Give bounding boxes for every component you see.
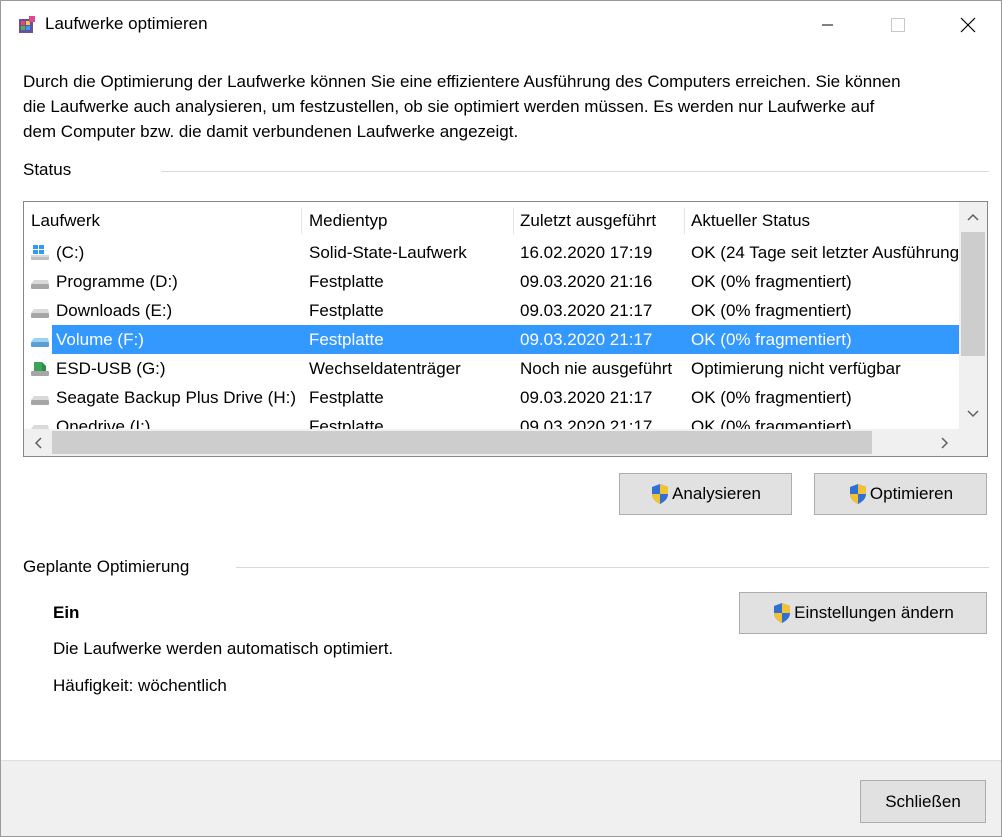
status-section-label: Status (23, 160, 72, 179)
drive-name: Volume (F:) (56, 330, 144, 349)
drive-name: ESD-USB (G:) (56, 359, 166, 378)
maximize-button[interactable] (863, 1, 933, 49)
last-run: Noch nie ausgeführt (520, 359, 673, 378)
windows-drive-icon (31, 245, 49, 260)
analyze-button-label: Analysieren (672, 484, 761, 503)
usb-drive-icon (31, 362, 49, 376)
current-status: OK (0% fragmentiert) (691, 388, 852, 407)
uac-shield-icon (652, 484, 669, 504)
close-button[interactable]: Schließen (860, 780, 986, 823)
last-run: 09.03.2020 21:16 (520, 272, 653, 291)
drive-name: (C:) (56, 243, 85, 262)
media-type: Wechseldatenträger (309, 359, 461, 378)
horizontal-scrollbar[interactable] (24, 429, 959, 456)
column-header-current-status[interactable]: Aktueller Status (684, 202, 959, 238)
horizontal-scroll-thumb[interactable] (52, 431, 872, 454)
schedule-frequency: Häufigkeit: wöchentlich (53, 676, 227, 695)
dialog-footer: Schließen (1, 760, 1001, 836)
title-bar: Laufwerke optimieren (1, 1, 1001, 49)
current-status: Optimierung nicht verfügbar (691, 359, 901, 378)
optimize-button[interactable]: Optimieren (814, 473, 987, 515)
minimize-icon (822, 24, 833, 26)
drive-name: Downloads (E:) (56, 301, 173, 320)
change-settings-button[interactable]: Einstellungen ändern (739, 592, 987, 634)
drive-name: Onedrive (I:) (56, 417, 151, 429)
drive-name: Programme (D:) (56, 272, 178, 291)
hard-drive-icon (31, 280, 49, 289)
chevron-right-icon (941, 436, 949, 449)
drives-list-header: Laufwerk Medientyp Zuletzt ausgeführt Ak… (24, 202, 959, 238)
drives-list-rows: (C:) Solid-State-Laufwerk 16.02.2020 17:… (24, 238, 959, 429)
media-type: Solid-State-Laufwerk (309, 243, 467, 262)
vertical-scroll-thumb[interactable] (961, 232, 985, 356)
maximize-icon (891, 18, 905, 32)
column-header-last-run[interactable]: Zuletzt ausgeführt (513, 202, 684, 238)
current-status: OK (0% fragmentiert) (691, 301, 852, 320)
table-row[interactable]: Onedrive (I:) Festplatte 09.03.2020 21:1… (24, 412, 959, 429)
schedule-divider (236, 567, 989, 568)
drive-name: Seagate Backup Plus Drive (H:) (56, 388, 296, 407)
drives-list[interactable]: Laufwerk Medientyp Zuletzt ausgeführt Ak… (23, 201, 988, 457)
close-window-button[interactable] (933, 1, 1002, 49)
current-status: OK (24 Tage seit letzter Ausführung) (691, 243, 959, 262)
analyze-button[interactable]: Analysieren (619, 473, 792, 515)
last-run: 09.03.2020 21:17 (520, 417, 653, 429)
scroll-up-button[interactable] (959, 204, 987, 230)
last-run: 16.02.2020 17:19 (520, 243, 653, 262)
schedule-description: Die Laufwerke werden automatisch optimie… (53, 639, 394, 658)
hard-drive-icon (31, 309, 49, 318)
close-button-label: Schließen (885, 791, 961, 811)
schedule-state: Ein (53, 603, 80, 622)
chevron-up-icon (967, 213, 979, 221)
uac-shield-icon (774, 603, 791, 623)
media-type: Festplatte (309, 301, 384, 320)
table-row[interactable]: (C:) Solid-State-Laufwerk 16.02.2020 17:… (24, 238, 959, 267)
current-status: OK (0% fragmentiert) (691, 330, 852, 349)
chevron-left-icon (34, 436, 42, 449)
minimize-button[interactable] (793, 1, 863, 49)
media-type: Festplatte (309, 388, 384, 407)
media-type: Festplatte (309, 272, 384, 291)
current-status: OK (0% fragmentiert) (691, 417, 852, 429)
last-run: 09.03.2020 21:17 (520, 388, 653, 407)
optimize-drives-window: Laufwerke optimieren Durch die Optimieru… (0, 0, 1002, 837)
table-row-selected[interactable]: Volume (F:) Festplatte 09.03.2020 21:17 … (24, 325, 959, 354)
column-header-media-type[interactable]: Medientyp (302, 202, 513, 238)
last-run: 09.03.2020 21:17 (520, 330, 653, 349)
scroll-down-button[interactable] (959, 401, 987, 427)
hard-drive-icon (31, 338, 49, 347)
chevron-down-icon (967, 410, 979, 418)
table-row[interactable]: ESD-USB (G:) Wechseldatenträger Noch nie… (24, 354, 959, 383)
change-settings-label: Einstellungen ändern (794, 603, 954, 622)
defrag-app-icon (19, 16, 35, 33)
table-row[interactable]: Downloads (E:) Festplatte 09.03.2020 21:… (24, 296, 959, 325)
column-header-drive[interactable]: Laufwerk (24, 202, 301, 238)
table-row[interactable]: Programme (D:) Festplatte 09.03.2020 21:… (24, 267, 959, 296)
hard-drive-icon (31, 425, 49, 429)
optimize-button-label: Optimieren (869, 484, 954, 503)
scroll-left-button[interactable] (24, 429, 52, 456)
intro-description: Durch die Optimierung der Laufwerke könn… (23, 72, 901, 141)
schedule-section-label: Geplante Optimierung (23, 557, 190, 576)
vertical-scrollbar[interactable] (959, 202, 987, 429)
window-title: Laufwerke optimieren (45, 14, 208, 33)
media-type: Festplatte (309, 330, 384, 349)
media-type: Festplatte (309, 417, 384, 429)
close-icon (960, 17, 976, 33)
scroll-right-button[interactable] (931, 429, 959, 456)
status-divider (161, 171, 989, 172)
current-status: OK (0% fragmentiert) (691, 272, 852, 291)
table-row[interactable]: Seagate Backup Plus Drive (H:) Festplatt… (24, 383, 959, 412)
last-run: 09.03.2020 21:17 (520, 301, 653, 320)
hard-drive-icon (31, 396, 49, 405)
uac-shield-icon (849, 484, 866, 504)
scrollbar-corner (959, 429, 987, 456)
